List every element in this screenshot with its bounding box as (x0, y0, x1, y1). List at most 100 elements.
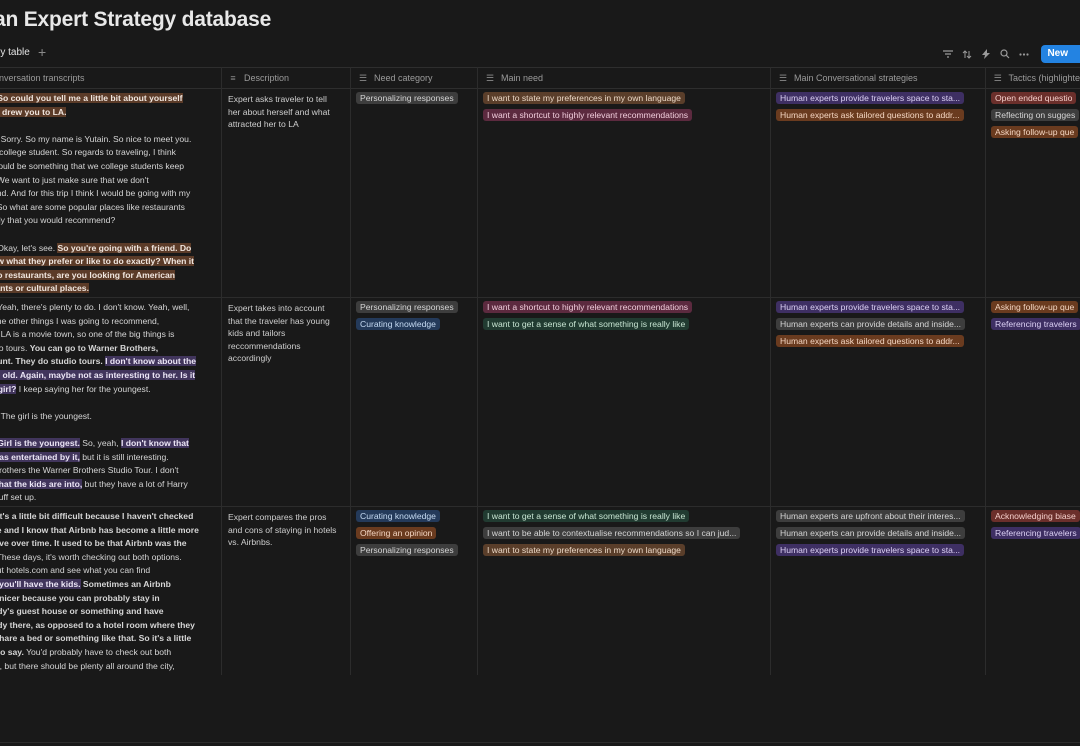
highlighted-text: Girl is the youngest. (0, 437, 80, 448)
strategies-cell[interactable]: Human experts are upfront about their in… (771, 506, 990, 560)
tag-chip[interactable]: Curating knowledge (356, 317, 440, 330)
need-category-cell[interactable]: Curating knowledge Offering an opinion Per… (351, 506, 482, 560)
tag-chip[interactable]: Human experts provide travelers space to… (776, 301, 965, 313)
transcript-text: I keep saying her for the youngest. (16, 383, 151, 394)
tag-chip[interactable]: Reflecting on sugges (991, 108, 1080, 121)
main-need-cell[interactable]: I want a shortcut to highly relevant rec… (478, 297, 775, 335)
search-icon[interactable] (995, 45, 1014, 63)
transcript-paragraph: : It's a little bit difficult because I … (0, 510, 214, 673)
transcript-cell[interactable]: : It's a little bit difficult because I … (0, 506, 214, 746)
transcript-paragraph: : Girl is the youngest. So, yeah, I don'… (0, 437, 214, 505)
tag-chip[interactable]: Curating knowledge (356, 510, 440, 522)
description-text: Expert asks traveler to tell her about h… (228, 94, 330, 130)
description-text: Expert takes into account that the trave… (228, 303, 330, 364)
tag-chip[interactable]: Personalizing responses (356, 543, 458, 556)
tag-chip[interactable]: Human experts provide travelers space to… (776, 92, 965, 104)
column-header-description[interactable]: ≡ Description (228, 68, 348, 88)
column-label: onversation transcripts (0, 73, 85, 83)
tag-chip[interactable]: I want to state my preferences in my own… (483, 92, 685, 104)
highlighted-text: So you're going with a friend. Do (57, 242, 192, 253)
tag-chip[interactable]: Asking follow-up que (991, 301, 1079, 313)
description-cell[interactable]: Expert compares the pros and cons of sta… (222, 506, 340, 549)
transcript-paragraph: : Yeah, there's plenty to do. I don't kn… (0, 301, 214, 396)
multiselect-icon: ☰ (358, 72, 368, 83)
transcript-text: The girl is the youngest. (0, 410, 92, 421)
tag-chip[interactable]: I want to state my preferences in my own… (483, 543, 685, 556)
tag-chip[interactable]: I want a shortcut to highly relevant rec… (483, 108, 693, 121)
add-view-button[interactable]: + (38, 44, 46, 60)
highlighted-text: to restaurants, are you looking for Amer… (0, 269, 176, 280)
tag-chip[interactable]: Human experts can provide details and in… (776, 317, 966, 330)
table-row[interactable]: : So could you tell me a little bit abou… (0, 88, 1080, 298)
strategies-cell[interactable]: Human experts provide travelers space to… (771, 297, 990, 351)
tag-chip[interactable]: Acknowledging biase (991, 510, 1080, 522)
page-title: an Expert Strategy database (0, 8, 272, 31)
sort-icon[interactable] (957, 45, 976, 63)
table-header: onversation transcripts ≡ Description ☰ Ne… (0, 67, 1080, 89)
column-header-need-category[interactable]: ☰ Need category (358, 68, 476, 88)
tag-chip[interactable]: Human experts ask tailored questions to … (776, 108, 964, 121)
transcript-text: Sometimes an Airbnb e nicer because you … (0, 578, 195, 657)
automation-bolt-icon[interactable] (976, 45, 995, 63)
transcript-paragraph: : Okay, let's see. So you're going with … (0, 242, 214, 296)
tag-chip[interactable]: Asking follow-up que (991, 125, 1079, 138)
column-header-strategies[interactable]: ☰ Main Conversational strategies (778, 68, 984, 88)
tag-chip[interactable]: Human experts are upfront about their in… (776, 510, 965, 522)
transcript-text: You'd probably have to check out both re… (0, 646, 175, 671)
column-label: Main need (501, 73, 544, 83)
highlighted-text: rants or cultural places. (0, 283, 89, 294)
filter-icon[interactable] (938, 45, 957, 63)
description-cell[interactable]: Expert asks traveler to tell her about h… (222, 88, 340, 131)
highlighted-text: So could you tell me a little bit about … (0, 93, 183, 103)
multiselect-icon: ☰ (485, 72, 495, 83)
column-header-transcripts[interactable]: onversation transcripts (0, 68, 220, 88)
table-row[interactable]: : It's a little bit difficult because I … (0, 506, 1080, 743)
strategies-cell[interactable]: Human experts provide travelers space to… (771, 88, 990, 126)
tag-chip[interactable]: I want a shortcut to highly relevant rec… (483, 301, 693, 313)
main-need-cell[interactable]: I want to state my preferences in my own… (478, 88, 775, 126)
transcript-paragraph: r: The girl is the youngest. (0, 410, 214, 424)
tag-chip[interactable]: I want to be able to contextualise recom… (483, 526, 741, 539)
multiselect-icon: ☰ (778, 72, 788, 83)
tag-chip[interactable]: Human experts ask tailored questions to … (776, 334, 964, 347)
description-cell[interactable]: Expert takes into account that the trave… (222, 297, 340, 365)
more-options-icon[interactable] (1014, 45, 1033, 63)
transcript-paragraph: : So could you tell me a little bit abou… (0, 92, 214, 119)
tactics-cell[interactable]: Asking follow-up que Referencing traveler… (986, 297, 1080, 335)
tag-chip[interactable]: Referencing travelers (991, 526, 1080, 539)
view-bar: ry table + New (0, 44, 1080, 64)
need-category-cell[interactable]: Personalizing responses Curating knowledg… (351, 297, 482, 335)
multiselect-icon: ☰ (993, 72, 1002, 83)
transcript-text: Okay, let's see. (0, 242, 58, 253)
column-label: Need category (374, 73, 433, 83)
transcript-cell[interactable]: : Yeah, there's plenty to do. I don't kn… (0, 297, 214, 510)
text-icon: ≡ (230, 73, 236, 83)
tactics-cell[interactable]: Acknowledging biase Referencing travelers (986, 506, 1080, 544)
table-row[interactable]: : Yeah, there's plenty to do. I don't kn… (0, 297, 1080, 507)
tag-chip[interactable]: Human experts can provide details and in… (776, 526, 966, 539)
tag-chip[interactable]: Open ended questio (991, 92, 1077, 104)
transcript-text: Sorry. So my name is Yutain. So nice to … (0, 133, 192, 226)
tag-chip[interactable]: I want to get a sense of what something … (483, 510, 690, 522)
transcript-cell[interactable]: : So could you tell me a little bit abou… (0, 88, 214, 301)
tag-chip[interactable]: I want to get a sense of what something … (483, 317, 690, 330)
column-header-tactics[interactable]: ☰ Tactics (highlighte (993, 68, 1080, 88)
tag-chip[interactable]: Human experts provide travelers space to… (776, 543, 965, 556)
highlighted-text: ow what they prefer or like to do exactl… (0, 256, 194, 267)
view-tab-table[interactable]: ry table (0, 47, 30, 58)
tag-chip[interactable]: Offering an opinion (356, 526, 437, 539)
highlighted-text: at drew you to LA. (0, 106, 67, 117)
need-category-cell[interactable]: Personalizing responses (351, 88, 482, 109)
column-header-main-need[interactable]: ☰ Main need (485, 68, 767, 88)
main-need-cell[interactable]: I want to get a sense of what something … (478, 506, 775, 560)
tag-chip[interactable]: Personalizing responses (356, 92, 458, 104)
column-label: Tactics (highlighte (1008, 73, 1080, 83)
new-button[interactable]: New (1041, 45, 1080, 63)
highlighted-text: you'll have the kids. (0, 578, 81, 589)
tag-chip[interactable]: Personalizing responses (356, 301, 458, 313)
tactics-cell[interactable]: Open ended questio Reflecting on sugges As… (986, 88, 1080, 142)
highlighted-text: what the kids are into, (0, 478, 83, 489)
column-label: Description (244, 73, 290, 83)
tag-chip[interactable]: Referencing travelers (991, 317, 1080, 330)
column-label: Main Conversational strategies (794, 73, 918, 83)
